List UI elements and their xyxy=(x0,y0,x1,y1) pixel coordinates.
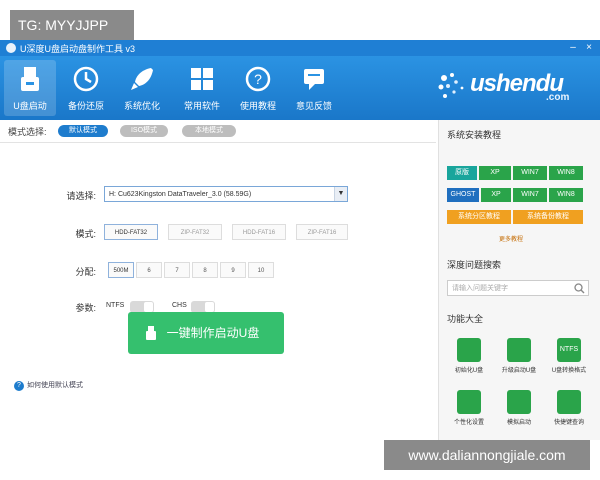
tutorial-title: 系统安装教程 xyxy=(447,130,502,140)
upgrade-icon xyxy=(507,338,531,362)
format-label: 模式: xyxy=(75,229,96,239)
search-icon xyxy=(557,390,581,414)
watermark-top-left: TG: MYYJJPP xyxy=(10,10,134,40)
window-title: U深度U盘启动盘制作工具 v3 xyxy=(20,44,136,54)
drive-select[interactable]: H: Cu623Kingston DataTraveler_3.0 (58.59… xyxy=(104,186,348,202)
watermark-bottom-right: www.daliannongjiale.com xyxy=(384,440,590,470)
search-title: 深度问题搜索 xyxy=(447,260,502,270)
tab-common-software[interactable]: 常用软件 xyxy=(176,60,228,116)
tab-backup-restore[interactable]: 备份还原 xyxy=(60,60,112,116)
sidebar: 系统安装教程 原版 XP WIN7 WIN8 GHOST XP WIN7 WIN… xyxy=(438,120,600,440)
drive-select-row: 请选择: H: Cu623Kingston DataTraveler_3.0 (… xyxy=(0,186,436,206)
chs-label: CHS xyxy=(172,302,187,309)
tab-feedback[interactable]: 意见反馈 xyxy=(288,60,340,116)
tutorial-original-win7[interactable]: WIN7 xyxy=(513,166,547,180)
feature-personalize[interactable]: 个性化设置 xyxy=(447,390,491,426)
alloc-6[interactable]: 6 xyxy=(136,262,162,278)
app-window: U深度U盘启动盘制作工具 v3 – × U盘启动 备份还原 系统优化 常用软件 … xyxy=(0,40,600,440)
feature-init-usb[interactable]: 初始化U盘 xyxy=(447,338,491,374)
mode-bar: 模式选择: 默认模式 ISO模式 本地模式 xyxy=(0,120,436,143)
tutorial-ghost-win7[interactable]: WIN7 xyxy=(513,188,547,202)
question-icon: ? xyxy=(14,381,24,391)
feature-convert-format[interactable]: NTFS U盘转换格式 xyxy=(547,338,591,374)
tab-system-optimize[interactable]: 系统优化 xyxy=(116,60,168,116)
format-hdd-fat16[interactable]: HDD-FAT16 xyxy=(232,224,286,240)
alloc-10[interactable]: 10 xyxy=(248,262,274,278)
usb-drive-icon xyxy=(21,67,39,91)
rocket-icon xyxy=(131,68,153,90)
alloc-8[interactable]: 8 xyxy=(192,262,218,278)
app-logo-icon xyxy=(6,43,16,53)
brand-logo: ushendu .com xyxy=(436,68,586,108)
ntfs-icon: NTFS xyxy=(557,338,581,362)
features-title: 功能大全 xyxy=(447,314,484,324)
format-hdd-fat32[interactable]: HDD-FAT32 xyxy=(104,224,158,240)
help-link[interactable]: ? 如何使用默认模式 xyxy=(14,380,83,391)
tutorial-original-xp[interactable]: XP xyxy=(479,166,511,180)
format-zip-fat32[interactable]: ZIP-FAT32 xyxy=(168,224,222,240)
alloc-500m[interactable]: 500M xyxy=(108,262,134,278)
feedback-icon xyxy=(304,69,324,90)
usb-drive-icon xyxy=(146,326,156,340)
refresh-icon xyxy=(457,338,481,362)
close-button[interactable]: × xyxy=(582,41,596,55)
feature-simulate-boot[interactable]: 模拟启动 xyxy=(497,390,541,426)
clock-restore-icon xyxy=(73,66,99,92)
feature-upgrade-usb[interactable]: 升级启动U盘 xyxy=(497,338,541,374)
feature-hotkey-lookup[interactable]: 快捷键查询 xyxy=(547,390,591,426)
minimize-button[interactable]: – xyxy=(566,41,580,55)
create-boot-usb-button[interactable]: 一键制作启动U盘 xyxy=(128,312,284,354)
param-label: 参数: xyxy=(75,303,96,313)
more-tutorials-link[interactable]: 更多教程 xyxy=(499,234,523,243)
mode-iso[interactable]: ISO模式 xyxy=(120,125,168,137)
chevron-down-icon: ▼ xyxy=(334,187,347,201)
tutorial-original-win8[interactable]: WIN8 xyxy=(549,166,583,180)
drive-select-label: 请选择: xyxy=(66,191,96,201)
settings-icon xyxy=(457,390,481,414)
alloc-row: 分配: 500M 6 7 8 9 10 xyxy=(0,262,436,282)
main-toolbar: U盘启动 备份还原 系统优化 常用软件 ? 使用教程 意见反馈 ushendu … xyxy=(0,56,600,120)
help-circle-icon: ? xyxy=(245,66,271,92)
format-zip-fat16[interactable]: ZIP-FAT16 xyxy=(296,224,348,240)
tutorial-original[interactable]: 原版 xyxy=(447,166,477,180)
mode-default[interactable]: 默认模式 xyxy=(58,125,108,137)
tutorial-ghost[interactable]: GHOST xyxy=(447,188,479,202)
tutorial-ghost-xp[interactable]: XP xyxy=(481,188,511,202)
monitor-icon xyxy=(507,390,531,414)
ntfs-label: NTFS xyxy=(106,302,125,309)
search-icon[interactable] xyxy=(574,283,585,294)
brand-suffix: .com xyxy=(546,92,570,103)
alloc-9[interactable]: 9 xyxy=(220,262,246,278)
title-bar: U深度U盘启动盘制作工具 v3 – × xyxy=(0,40,600,56)
alloc-7[interactable]: 7 xyxy=(164,262,190,278)
svg-text:?: ? xyxy=(254,71,262,87)
grid-apps-icon xyxy=(191,68,213,90)
tab-usb-boot[interactable]: U盘启动 xyxy=(4,60,56,116)
tab-tutorials[interactable]: ? 使用教程 xyxy=(232,60,284,116)
alloc-label: 分配: xyxy=(75,267,96,277)
mode-local[interactable]: 本地模式 xyxy=(182,125,236,137)
question-search-input[interactable]: 请输入问题关键字 xyxy=(447,280,589,296)
swirl-logo-icon xyxy=(438,73,464,98)
format-row: 模式: HDD-FAT32 ZIP-FAT32 HDD-FAT16 ZIP-FA… xyxy=(0,224,436,244)
main-panel: 模式选择: 默认模式 ISO模式 本地模式 请选择: H: Cu623Kings… xyxy=(0,120,436,440)
mode-label: 模式选择: xyxy=(8,127,47,137)
tutorial-backup[interactable]: 系统备份教程 xyxy=(513,210,583,224)
tutorial-partition[interactable]: 系统分区教程 xyxy=(447,210,511,224)
tutorial-ghost-win8[interactable]: WIN8 xyxy=(549,188,583,202)
